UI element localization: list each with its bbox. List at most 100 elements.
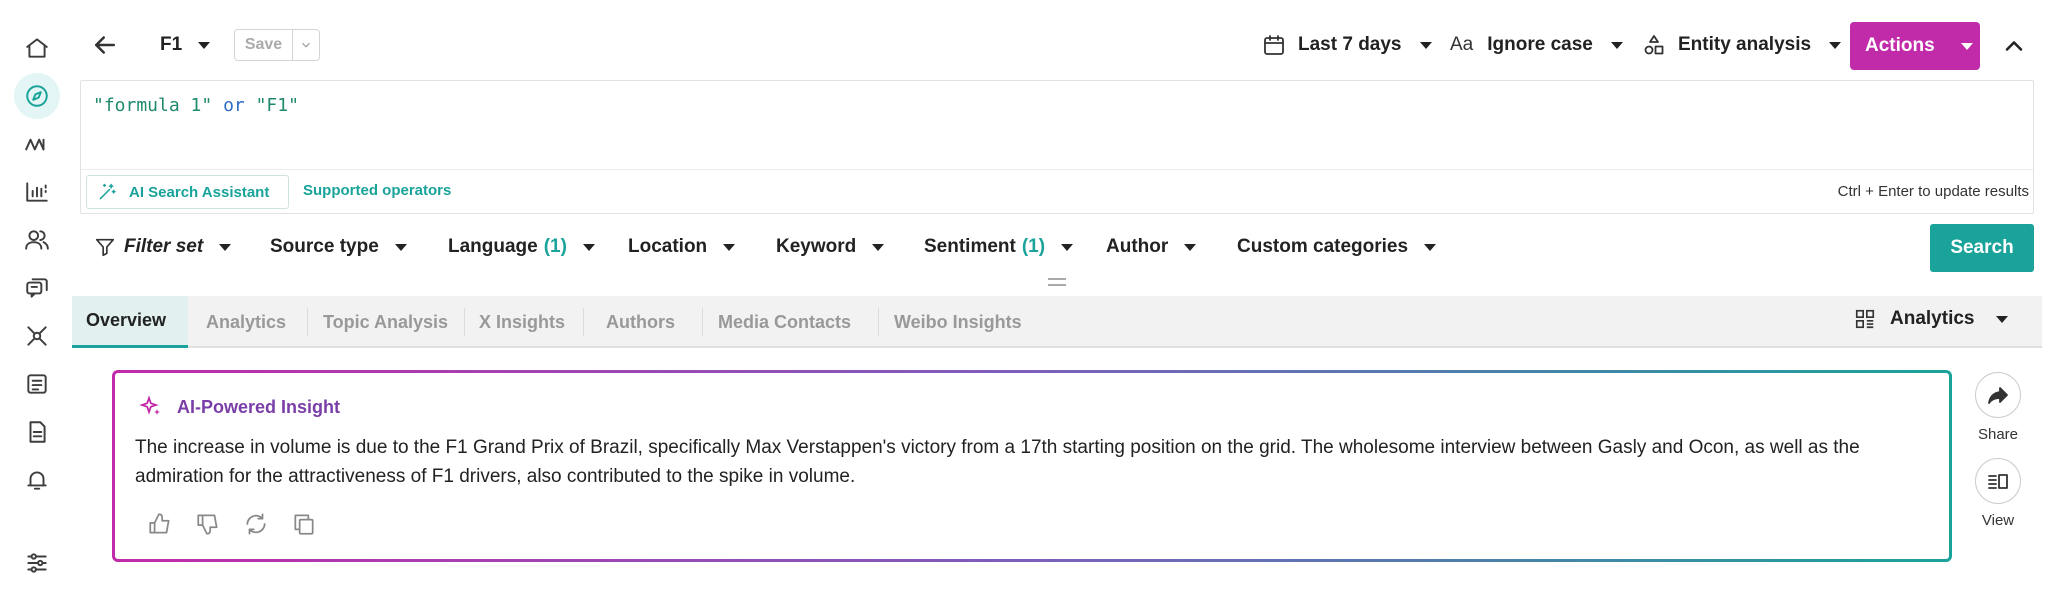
- magic-wand-icon: [99, 183, 116, 200]
- nav-reports[interactable]: [14, 409, 60, 455]
- thumbs-down-button[interactable]: [195, 511, 221, 537]
- filter-set-dropdown[interactable]: Filter set: [94, 236, 232, 258]
- tab-divider: [702, 308, 703, 336]
- home-icon: [26, 38, 48, 58]
- users-icon: [25, 230, 49, 250]
- query-name[interactable]: F1: [160, 34, 182, 56]
- share-button[interactable]: [1975, 372, 2021, 418]
- view-button[interactable]: [1975, 458, 2021, 504]
- app-root: F1 Save Last 7 days Aa Ignore case Entit…: [0, 0, 2050, 616]
- analysis-selector[interactable]: Entity analysis: [1642, 27, 1842, 63]
- nav-explore[interactable]: [14, 73, 60, 119]
- sentiment-count: (1): [1021, 236, 1046, 257]
- case-selector[interactable]: Aa Ignore case: [1450, 27, 1623, 63]
- filter-bar: Filter set Source type Language (1) Loca…: [80, 226, 1960, 270]
- refresh-icon: [246, 513, 266, 535]
- date-range-selector[interactable]: Last 7 days: [1262, 27, 1432, 63]
- nav-influencers[interactable]: [14, 313, 60, 359]
- date-range-label: Last 7 days: [1298, 34, 1402, 55]
- location-label: Location: [628, 236, 708, 257]
- ai-search-assistant-button[interactable]: AI Search Assistant: [86, 175, 289, 209]
- ai-insight-text: The increase in volume is due to the F1 …: [135, 437, 1860, 487]
- caret-down-icon: [394, 243, 407, 251]
- tab-media-contacts[interactable]: Media Contacts: [704, 296, 865, 348]
- save-button[interactable]: Save: [235, 30, 293, 60]
- tab-topic-analysis[interactable]: Topic Analysis: [309, 296, 462, 348]
- share-action[interactable]: Share: [1974, 372, 2022, 443]
- custom-categories-label: Custom categories: [1237, 236, 1409, 257]
- search-button[interactable]: Search: [1930, 224, 2034, 272]
- arrow-left-icon: [95, 36, 115, 54]
- share-label: Share: [1977, 426, 2019, 443]
- tab-overview[interactable]: Overview: [72, 296, 188, 348]
- nav-home[interactable]: [14, 25, 60, 71]
- query-editor[interactable]: "formula 1" or "F1" AI Search Assistant …: [80, 80, 2034, 214]
- actions-button[interactable]: Actions: [1850, 22, 1980, 70]
- case-mode-label: Ignore case: [1487, 34, 1593, 55]
- source-type-dropdown[interactable]: Source type: [270, 236, 407, 258]
- dashboard-icon: [1855, 309, 1875, 329]
- language-label: Language: [448, 236, 538, 257]
- share-arrow-icon: [1988, 387, 2008, 404]
- query-name-caret-icon[interactable]: [198, 42, 210, 49]
- actions-label: Actions: [1865, 35, 1935, 56]
- save-options-button[interactable]: [293, 30, 319, 60]
- ai-insight-header: AI-Powered Insight: [139, 395, 340, 419]
- language-count: (1): [543, 236, 567, 257]
- thumbs-down-icon: [197, 514, 218, 535]
- nav-settings[interactable]: [14, 540, 60, 586]
- caret-down-icon: [1424, 243, 1437, 251]
- caret-down-icon: [1996, 315, 2009, 323]
- author-dropdown[interactable]: Author: [1106, 236, 1197, 258]
- caret-down-icon: [219, 243, 232, 251]
- nav-audiences[interactable]: [14, 217, 60, 263]
- caret-down-icon: [1061, 243, 1074, 251]
- tab-x-insights[interactable]: X Insights: [465, 296, 579, 348]
- nav-news[interactable]: [14, 361, 60, 407]
- regenerate-button[interactable]: [243, 511, 269, 537]
- keyword-dropdown[interactable]: Keyword: [776, 236, 885, 258]
- nav-alerts[interactable]: [14, 457, 60, 503]
- author-label: Author: [1106, 236, 1169, 257]
- chat-icon: [26, 278, 48, 298]
- thumbs-up-button[interactable]: [147, 511, 173, 537]
- query-text[interactable]: "formula 1" or "F1": [93, 95, 299, 116]
- ai-search-assistant-label: AI Search Assistant: [129, 183, 270, 201]
- location-dropdown[interactable]: Location: [628, 236, 736, 258]
- insight-feedback-actions: [147, 511, 339, 537]
- sentiment-dropdown[interactable]: Sentiment (1): [924, 236, 1074, 258]
- language-dropdown[interactable]: Language (1): [448, 236, 595, 258]
- bell-icon: [27, 471, 47, 490]
- query-operator: or: [223, 95, 245, 116]
- left-nav-rail: [0, 0, 72, 616]
- text-case-icon: Aa: [1450, 34, 1474, 55]
- view-action[interactable]: View: [1974, 458, 2022, 529]
- caret-down-icon: [1184, 243, 1197, 251]
- copy-icon: [294, 514, 314, 535]
- nav-engage[interactable]: [14, 265, 60, 311]
- report-icon: [29, 421, 46, 443]
- nav-trends[interactable]: [14, 121, 60, 167]
- nav-analytics[interactable]: [14, 169, 60, 215]
- caret-down-icon: [1829, 41, 1842, 49]
- filter-set-label: Filter set: [124, 236, 204, 257]
- sentiment-label: Sentiment: [924, 236, 1016, 257]
- custom-categories-dropdown[interactable]: Custom categories: [1237, 236, 1437, 258]
- supported-operators-link[interactable]: Supported operators: [303, 182, 451, 199]
- tab-analytics[interactable]: Analytics: [192, 296, 300, 348]
- thumbs-up-icon: [149, 513, 170, 534]
- save-split-button: Save: [234, 29, 320, 61]
- ai-insight-card: AI-Powered Insight The increase in volum…: [112, 370, 1952, 562]
- shapes-icon: [1644, 35, 1664, 55]
- view-label: View: [1981, 512, 2015, 529]
- trend-icon: [25, 138, 45, 151]
- back-button[interactable]: [90, 30, 120, 60]
- view-selector[interactable]: Analytics: [1854, 308, 2009, 330]
- query-term: "F1": [255, 95, 299, 116]
- resize-handle[interactable]: [1048, 278, 1066, 286]
- collapse-button[interactable]: [2000, 32, 2028, 60]
- copy-button[interactable]: [291, 511, 317, 537]
- tab-weibo-insights[interactable]: Weibo Insights: [880, 296, 1036, 348]
- network-icon: [27, 326, 47, 346]
- tab-authors[interactable]: Authors: [592, 296, 689, 348]
